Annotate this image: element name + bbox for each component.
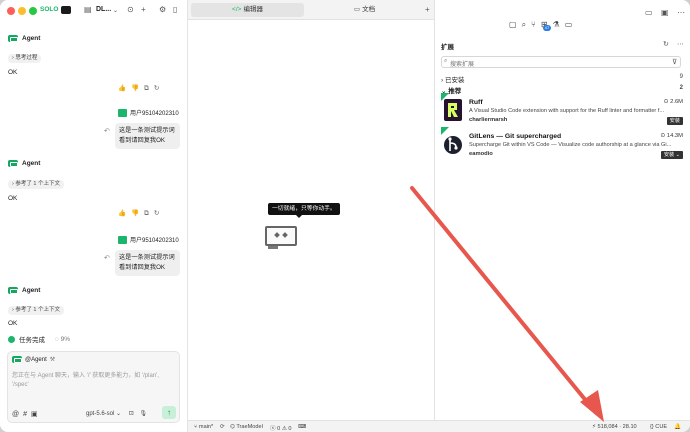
- annotation-arrow: [410, 186, 604, 422]
- app-window: SOLO ▤ DL... ⌄ ⊙ + ⚙ ▯ Agent › 思考过程 OK 👍…: [0, 0, 690, 432]
